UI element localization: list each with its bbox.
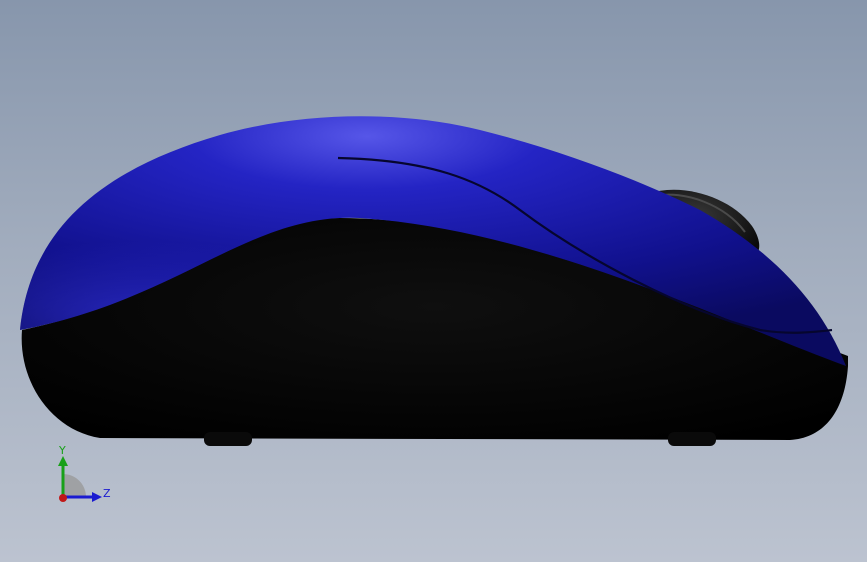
- coordinate-triad-icon: Y Z: [58, 444, 111, 502]
- front-foot: [204, 432, 252, 446]
- y-axis-label: Y: [58, 444, 66, 457]
- z-axis-label: Z: [103, 487, 111, 500]
- mouse-model[interactable]: [0, 0, 867, 562]
- rear-foot: [668, 432, 716, 446]
- graphics-viewport[interactable]: Y Z: [0, 0, 867, 562]
